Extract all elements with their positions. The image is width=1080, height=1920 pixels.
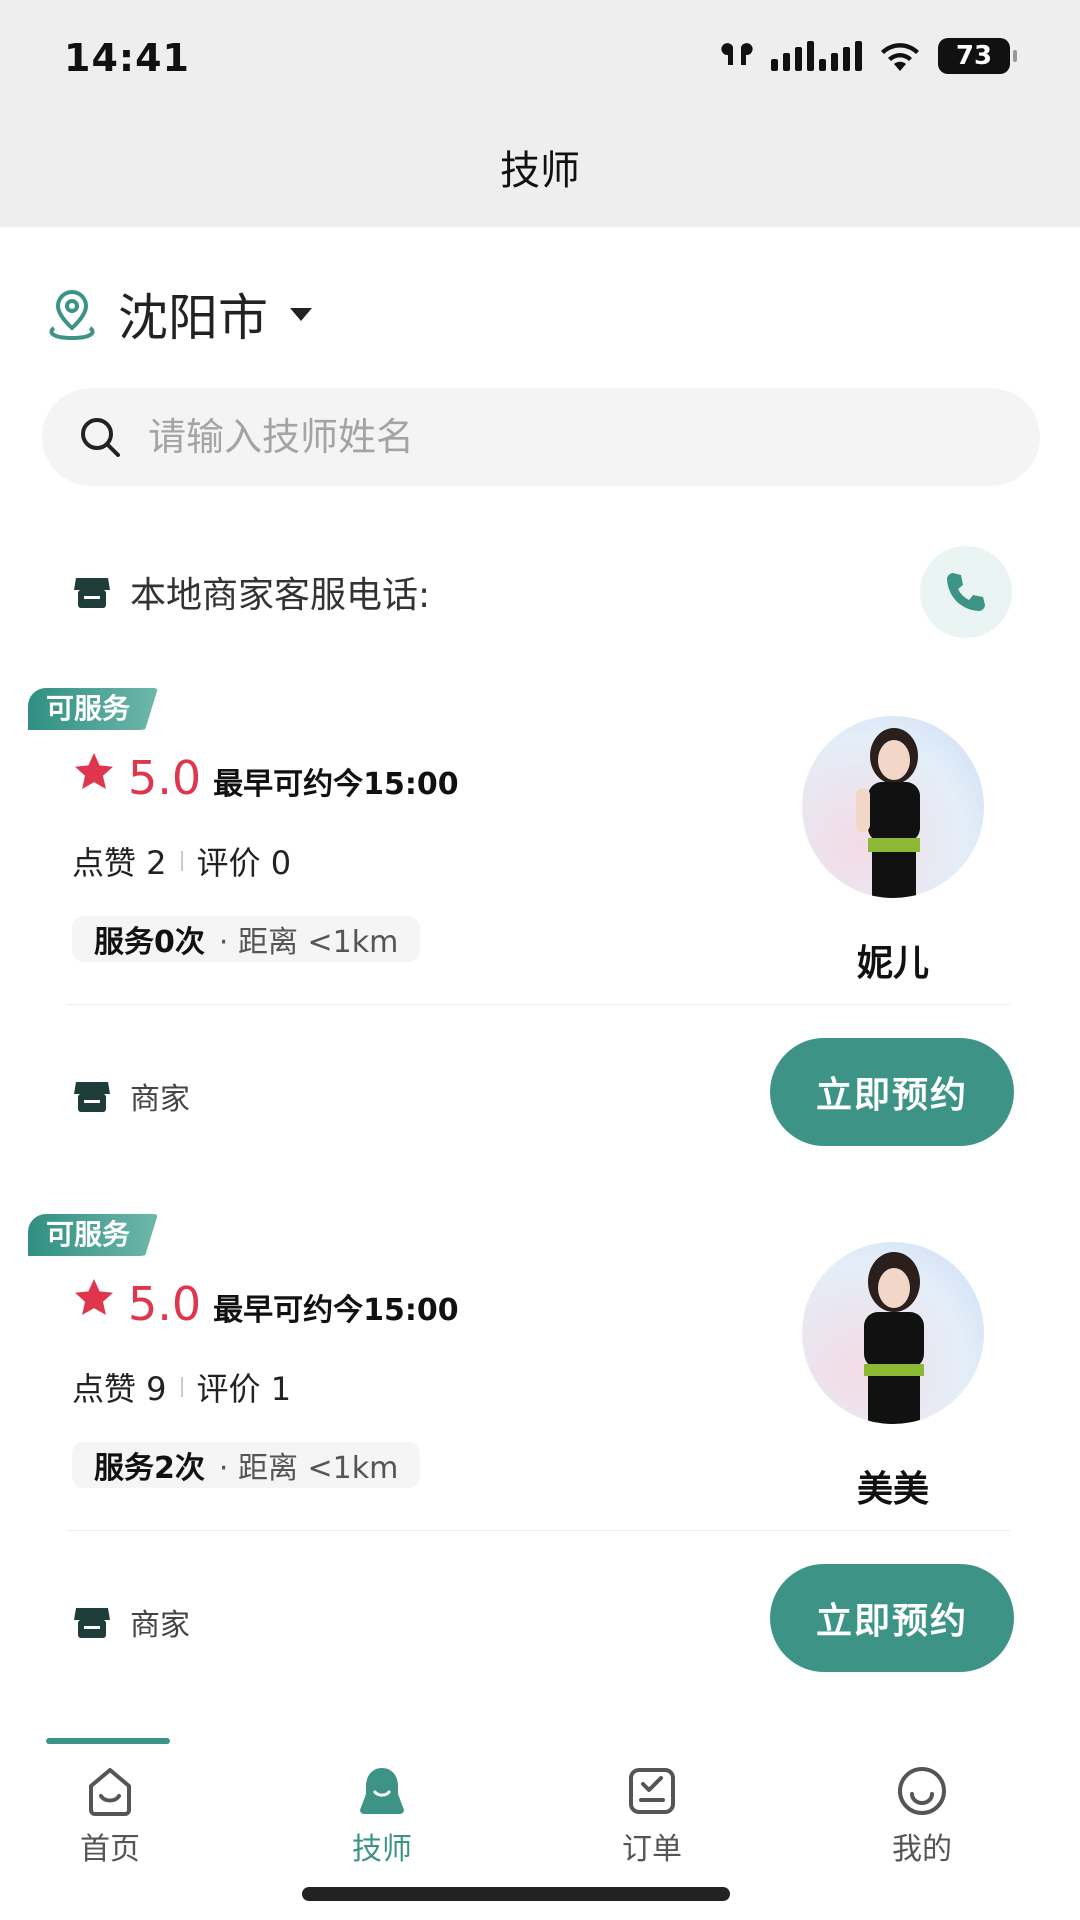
tab-home[interactable]: 首页	[40, 1764, 180, 1868]
merchant-info: 商家	[72, 1074, 190, 1118]
technician-icon	[360, 1768, 404, 1814]
avatar[interactable]	[802, 1242, 984, 1424]
status-icons: 73	[719, 38, 1017, 74]
card-divider	[66, 1004, 1010, 1005]
rating-score: 5.0	[128, 1277, 202, 1331]
book-now-button[interactable]: 立即预约	[770, 1564, 1014, 1672]
rating-score: 5.0	[128, 751, 202, 805]
technician-name: 妮儿	[856, 943, 929, 984]
stats-row: 点赞 2 评价 0	[72, 838, 291, 884]
top-bar: 14:41 73 技师	[0, 0, 1080, 227]
distance: · 距离 <1km	[218, 925, 399, 960]
tab-profile[interactable]: 我的	[852, 1764, 992, 1868]
hotline-label: 本地商家客服电话:	[130, 575, 431, 616]
search-input[interactable]	[148, 415, 948, 459]
avatar[interactable]	[802, 716, 984, 898]
airpods-icon	[721, 43, 753, 65]
service-info: 服务0次 · 距离 <1km	[72, 916, 421, 962]
avatar-portrait	[856, 728, 920, 898]
rating-row: 5.0 最早可约今15:00	[72, 750, 459, 805]
avatar-portrait	[864, 1252, 924, 1424]
availability-tag: 可服务	[28, 688, 159, 730]
call-button[interactable]	[920, 546, 1012, 638]
service-count: 服务0次	[94, 925, 205, 960]
battery-icon: 73	[938, 38, 1017, 74]
rating-row: 5.0 最早可约今15:00	[72, 1276, 459, 1331]
merchant-label: 商家	[130, 1608, 190, 1643]
dropdown-caret-icon	[290, 307, 312, 321]
location-pin-icon	[49, 289, 95, 341]
stats-row: 点赞 9 评价 1	[72, 1364, 291, 1410]
tab-orders[interactable]: 订单	[582, 1764, 722, 1868]
tab-technician[interactable]: 技师	[312, 1764, 452, 1868]
distance: · 距离 <1km	[218, 1451, 399, 1486]
technician-name: 美美	[856, 1469, 929, 1510]
page-title: 技师	[500, 148, 580, 194]
store-icon	[74, 1082, 110, 1112]
stats-divider	[180, 1377, 183, 1397]
order-icon	[629, 1768, 675, 1814]
likes-count: 点赞 2	[72, 844, 167, 882]
service-count: 服务2次	[94, 1451, 205, 1486]
book-now-button[interactable]: 立即预约	[770, 1038, 1014, 1146]
earliest-time: 最早可约今15:00	[213, 767, 459, 802]
technician-card[interactable]: 可服务 5.0 最早可约今15:00 点赞 9 评价 1 服务2次 · 距离 <…	[0, 1214, 1080, 1674]
tab-label: 订单	[622, 1832, 682, 1867]
reviews-count: 评价 0	[196, 844, 292, 882]
tab-label: 我的	[892, 1832, 952, 1867]
city-selector[interactable]: 沈阳市	[44, 278, 312, 350]
home-icon	[89, 1768, 131, 1816]
service-info: 服务2次 · 距离 <1km	[72, 1442, 421, 1488]
earliest-time: 最早可约今15:00	[213, 1293, 459, 1328]
search-bar[interactable]	[42, 388, 1040, 486]
wifi-icon	[881, 43, 919, 71]
likes-count: 点赞 9	[72, 1370, 167, 1408]
phone-icon	[947, 573, 985, 611]
star-icon	[75, 753, 113, 789]
store-icon	[74, 578, 110, 608]
signal-icon	[771, 41, 862, 71]
merchant-info: 商家	[72, 1600, 190, 1644]
star-icon	[75, 1279, 113, 1315]
tab-label: 首页	[80, 1832, 140, 1867]
status-time: 14:41	[64, 36, 190, 80]
card-divider	[66, 1530, 1010, 1531]
merchant-label: 商家	[130, 1082, 190, 1117]
stats-divider	[180, 851, 183, 871]
tab-label: 技师	[352, 1832, 412, 1867]
reviews-count: 评价 1	[196, 1370, 292, 1408]
merchant-hotline: 本地商家客服电话:	[72, 566, 430, 618]
store-icon	[74, 1608, 110, 1638]
profile-icon	[898, 1767, 946, 1815]
technician-card[interactable]: 可服务 5.0 最早可约今15:00 点赞 2 评价 0 服务0次 · 距离 <…	[0, 688, 1080, 1148]
availability-tag: 可服务	[28, 1214, 159, 1256]
city-name: 沈阳市	[118, 289, 268, 347]
search-icon	[81, 418, 120, 457]
home-indicator[interactable]	[302, 1887, 730, 1901]
